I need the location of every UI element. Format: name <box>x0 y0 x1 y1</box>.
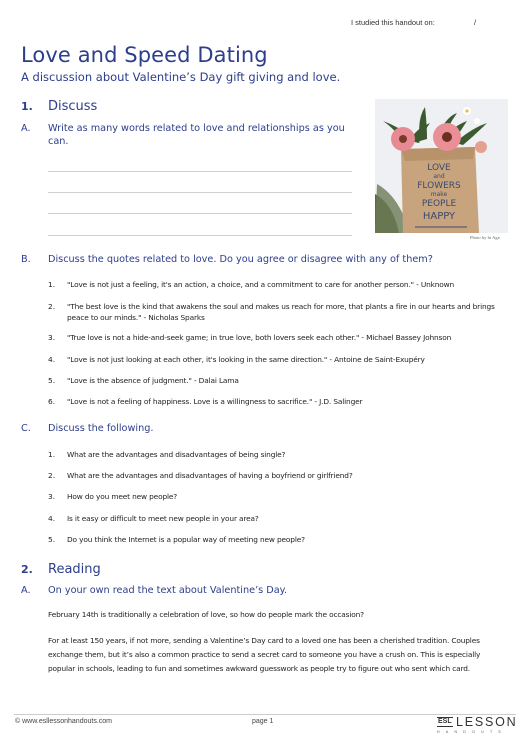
bag-word-make: make <box>431 191 448 198</box>
item-number: 2. <box>48 471 56 480</box>
item-number: 1. <box>48 450 56 459</box>
page-number: page 1 <box>252 718 274 725</box>
item-text: How do you meet new people? <box>67 492 178 501</box>
item-number: 1. <box>48 280 56 289</box>
studied-date-field: I studied this handout on: / <box>351 18 476 27</box>
reading-paragraph: For at least 150 years, if not more, sen… <box>48 636 481 673</box>
pink-flower-center <box>433 123 461 151</box>
logo-handouts: HANDOUTS <box>437 730 508 734</box>
section-label: Discuss <box>48 99 98 114</box>
photo-credit: Photo by bi Age <box>470 235 500 240</box>
part-letter: B. <box>21 254 31 265</box>
reading-paragraph: February 14th is traditionally a celebra… <box>48 610 364 619</box>
studied-label: I studied this handout on: <box>351 18 435 27</box>
item-number: 3. <box>48 333 56 342</box>
item-text: "True love is not a hide-and-seek game; … <box>67 333 452 342</box>
date-slash: / <box>474 18 477 27</box>
bag-word-love: LOVE <box>427 163 451 173</box>
write-line[interactable] <box>48 235 352 236</box>
pink-flower-left <box>391 127 415 151</box>
item-text: What are the advantages and disadvantage… <box>67 450 286 459</box>
esl-lesson-handouts-logo: ESL LESSON HANDOUTS <box>437 715 517 737</box>
item-text: "Love is not just looking at each other,… <box>67 355 425 364</box>
bag-word-happy: HAPPY <box>423 211 456 222</box>
bag-word-people: PEOPLE <box>422 199 457 209</box>
section-heading-discuss: 1. Discuss <box>21 99 97 114</box>
item-number: 2. <box>48 302 56 311</box>
flowers-photo: LOVE and FLOWERS make PEOPLE HAPPY <box>375 99 508 233</box>
item-text: Is it easy or difficult to meet new peop… <box>67 514 259 523</box>
item-text: "Love is not a feeling of happiness. Lov… <box>67 397 363 406</box>
section-heading-reading: 2. Reading <box>21 562 101 577</box>
part-letter: A. <box>21 585 31 596</box>
part-letter: A. <box>21 123 31 134</box>
item-text: What are the advantages and disadvantage… <box>67 471 353 480</box>
section-number: 2. <box>21 563 33 576</box>
item-number: 5. <box>48 535 56 544</box>
item-number: 4. <box>48 355 56 364</box>
item-number: 4. <box>48 514 56 523</box>
item-text: "The best love is the kind that awakens … <box>67 302 495 322</box>
part-text: Discuss the following. <box>48 423 154 434</box>
logo-lesson: LESSON <box>456 715 518 729</box>
item-text: "Love is the absence of judgment." - Dal… <box>67 376 239 385</box>
item-text: Do you think the Internet is a popular w… <box>67 535 305 544</box>
section-label: Reading <box>48 562 101 577</box>
item-number: 5. <box>48 376 56 385</box>
bag-word-and: and <box>433 173 444 180</box>
bag-word-flowers: FLOWERS <box>417 181 461 191</box>
section-number: 1. <box>21 100 33 113</box>
page-subtitle: A discussion about Valentine’s Day gift … <box>21 70 341 84</box>
logo-esl: ESL <box>437 717 453 727</box>
flowers-bag-image: LOVE and FLOWERS make PEOPLE HAPPY <box>375 99 508 233</box>
page-title: Love and Speed Dating <box>21 43 268 67</box>
part-letter: C. <box>21 423 31 434</box>
write-line[interactable] <box>48 192 352 193</box>
item-text: "Love is not just a feeling, it's an act… <box>67 280 455 289</box>
item-number: 3. <box>48 492 56 501</box>
part-text: Write as many words related to love and … <box>48 123 345 147</box>
item-number: 6. <box>48 397 56 406</box>
footer-copyright: © www.esllessonhandouts.com <box>15 718 112 725</box>
part-text: Discuss the quotes related to love. Do y… <box>48 254 433 265</box>
write-line[interactable] <box>48 213 352 214</box>
write-line[interactable] <box>48 171 352 172</box>
part-text: On your own read the text about Valentin… <box>48 585 288 596</box>
